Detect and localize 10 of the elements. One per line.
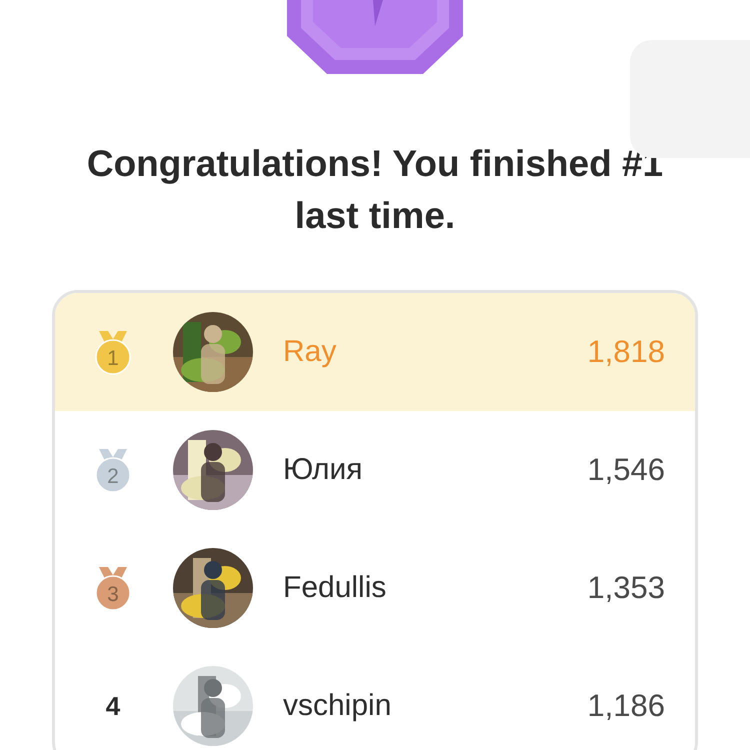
- player-score: 1,353: [587, 570, 665, 606]
- player-score: 1,818: [587, 334, 665, 370]
- rank-number: 4: [106, 690, 120, 722]
- player-name: Fedullis: [283, 571, 388, 605]
- player-name: Юлия: [283, 453, 364, 487]
- player-score: 1,546: [587, 452, 665, 488]
- player-score: 1,186: [587, 688, 665, 724]
- player-name: vschipin: [283, 689, 392, 723]
- player-name: Ray: [283, 335, 338, 369]
- trophy-badge-icon: [287, 0, 463, 74]
